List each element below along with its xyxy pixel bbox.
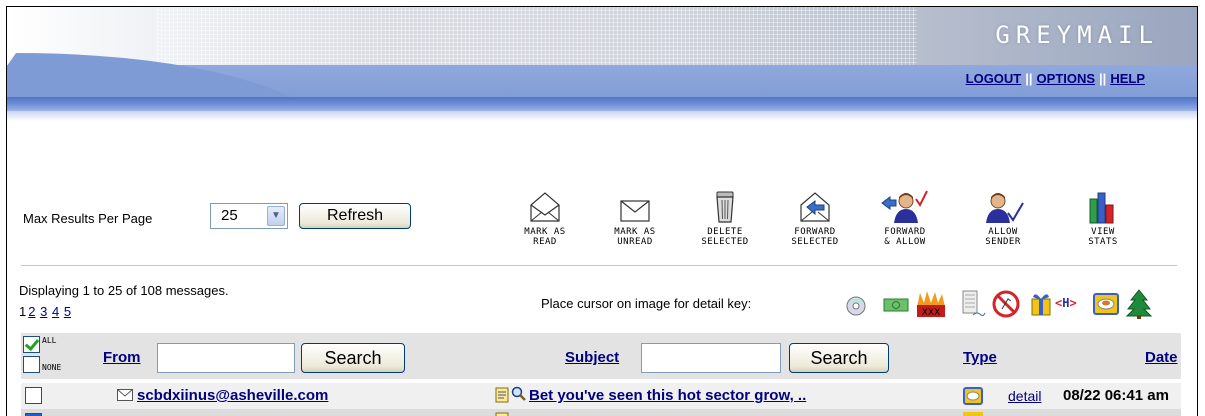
allow-sender-person-icon: [980, 189, 1026, 225]
top-links: LOGOUT || OPTIONS || HELP: [966, 71, 1145, 86]
results-summary: Displaying 1 to 25 of 108 messages.: [19, 283, 229, 298]
view-stats-label: VIEW STATS: [1088, 227, 1118, 247]
tree-icon[interactable]: [1125, 289, 1153, 322]
forward-envelope-icon: [795, 189, 835, 225]
envelope-icon: [117, 389, 133, 404]
from-search-button[interactable]: Search: [301, 343, 405, 373]
page-link-5[interactable]: 5: [64, 304, 71, 319]
type-column-header[interactable]: Type: [963, 349, 997, 366]
app-frame: GREYMAIL LOGOUT || OPTIONS || HELP Max Resul…: [6, 6, 1198, 416]
select-none-label: NONE: [42, 363, 62, 372]
gift-icon[interactable]: [1029, 291, 1053, 320]
open-envelope-icon: [525, 189, 565, 225]
from-column-header[interactable]: From: [103, 349, 141, 366]
table-row[interactable]: scbdxiinus@asheville.com Bet you've seen…: [21, 383, 1181, 409]
table-header: ALL NONE From Search Subject Search Type…: [21, 333, 1181, 379]
select-none-checkbox[interactable]: [23, 356, 40, 373]
from-search-input[interactable]: [157, 343, 295, 373]
forward-selected-label: FORWARD SELECTED: [791, 227, 839, 247]
link-separator: ||: [1099, 71, 1107, 86]
table-row[interactable]: [21, 409, 1181, 416]
help-link[interactable]: HELP: [1110, 71, 1145, 86]
type-icon: [963, 412, 983, 416]
closed-envelope-icon: [615, 189, 655, 225]
refresh-button[interactable]: Refresh: [299, 203, 411, 229]
view-stats-button[interactable]: VIEW STATS: [1063, 189, 1143, 247]
forward-allow-button[interactable]: FORWARD & ALLOW: [865, 189, 945, 247]
food-plate-icon: [963, 387, 983, 408]
page-link-4[interactable]: 4: [52, 304, 59, 319]
mark-as-unread-button[interactable]: MARK AS UNREAD: [595, 189, 675, 247]
subject-search-input[interactable]: [641, 343, 781, 373]
bar-chart-icon: [1083, 189, 1123, 225]
max-results-label: Max Results Per Page: [23, 211, 153, 226]
page-link-3[interactable]: 3: [40, 304, 47, 319]
delete-selected-button[interactable]: DELETE SELECTED: [685, 189, 765, 247]
toolbar-divider: [21, 265, 1177, 267]
money-icon[interactable]: [883, 297, 909, 316]
page-link-2[interactable]: 2: [28, 304, 35, 319]
max-results-value: 25: [221, 207, 238, 224]
header-banner: GREYMAIL LOGOUT || OPTIONS || HELP: [7, 7, 1197, 121]
from-link[interactable]: scbdxiinus@asheville.com: [137, 387, 328, 404]
detail-key-text: Place cursor on image for detail key:: [541, 296, 752, 311]
chevron-down-icon[interactable]: ▼: [267, 206, 285, 226]
current-page: 1: [19, 304, 27, 319]
brand-logo: GREYMAIL: [995, 21, 1159, 49]
mark-as-read-button[interactable]: MARK AS READ: [505, 189, 585, 247]
logout-link[interactable]: LOGOUT: [966, 71, 1022, 86]
pagination: 12 3 4 5: [19, 304, 72, 319]
detail-link[interactable]: detail: [1008, 388, 1041, 404]
message-date: 08/22 06:41 am: [1063, 387, 1169, 404]
trash-can-icon: [705, 189, 745, 225]
banner-bottom: [7, 111, 1197, 121]
subject-column-header[interactable]: Subject: [565, 349, 619, 366]
max-results-select[interactable]: 25 ▼: [210, 203, 288, 229]
xxx-fire-icon[interactable]: XXX: [915, 289, 947, 322]
note-icon[interactable]: [495, 412, 509, 416]
document-icon[interactable]: [957, 289, 987, 322]
forward-allow-label: FORWARD & ALLOW: [884, 227, 926, 247]
delete-selected-label: DELETE SELECTED: [701, 227, 749, 247]
select-all-label: ALL: [42, 336, 57, 345]
subject-link[interactable]: Bet you've seen this hot sector grow, ..: [529, 387, 806, 404]
food-plate-icon[interactable]: [1093, 292, 1119, 319]
toolbar: Max Results Per Page 25 ▼ Refresh MARK A…: [17, 189, 1187, 249]
note-icon[interactable]: [495, 387, 509, 406]
forward-allow-person-icon: [880, 189, 930, 225]
allow-sender-button[interactable]: ALLOW SENDER: [963, 189, 1043, 247]
svg-text:XXX: XXX: [922, 308, 941, 318]
mark-as-read-label: MARK AS READ: [524, 227, 566, 247]
link-separator: ||: [1025, 71, 1033, 86]
banner-pattern: [157, 7, 917, 67]
mark-as-unread-label: MARK AS UNREAD: [614, 227, 656, 247]
row-checkbox[interactable]: [25, 387, 42, 404]
banner-strip: [7, 97, 1197, 111]
options-link[interactable]: OPTIONS: [1037, 71, 1096, 86]
cd-icon[interactable]: [845, 295, 867, 320]
html-tag-icon[interactable]: <H>: [1055, 296, 1077, 310]
no-symbol-icon[interactable]: [991, 289, 1021, 322]
forward-selected-button[interactable]: FORWARD SELECTED: [775, 189, 855, 247]
select-all-checkbox[interactable]: [23, 336, 40, 353]
magnifier-icon[interactable]: [511, 386, 527, 405]
date-column-header[interactable]: Date: [1145, 349, 1178, 366]
allow-sender-label: ALLOW SENDER: [985, 227, 1021, 247]
subject-search-button[interactable]: Search: [789, 343, 889, 373]
